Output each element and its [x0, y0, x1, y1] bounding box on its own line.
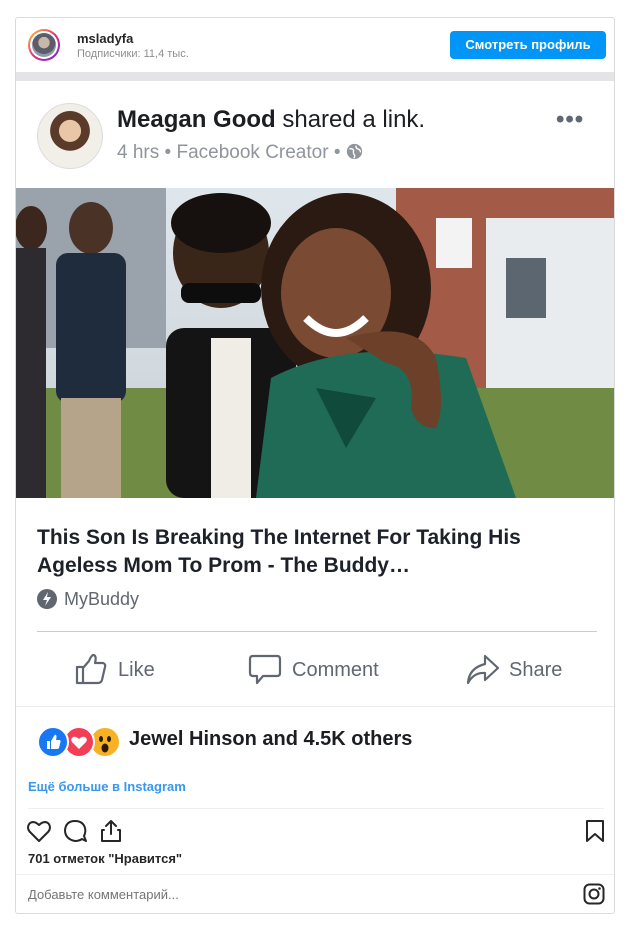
share-label: Share: [509, 659, 563, 681]
divider: [37, 631, 597, 632]
share-action[interactable]: Share: [465, 652, 585, 688]
share-arrow-icon: [466, 654, 500, 685]
post-action: shared a link.: [282, 106, 426, 133]
header-separator: [16, 72, 614, 81]
comment-input[interactable]: [28, 887, 568, 902]
reactions-summary[interactable]: Jewel Hinson and 4.5K others: [129, 728, 412, 751]
share-icon[interactable]: [98, 818, 124, 844]
globe-icon: [346, 143, 362, 160]
like-action[interactable]: Like: [74, 652, 184, 688]
view-profile-button[interactable]: Смотреть профиль: [450, 31, 606, 59]
comment-label: Comment: [292, 659, 379, 681]
bookmark-icon[interactable]: [582, 818, 608, 844]
more-options-icon[interactable]: •••: [556, 106, 584, 134]
profile-avatar[interactable]: [28, 29, 60, 61]
more-on-instagram-link[interactable]: Ещё больше в Instagram: [28, 779, 186, 794]
like-reaction-icon: [37, 726, 69, 758]
like-count[interactable]: 701 отметок "Нравится": [28, 851, 182, 866]
comment-icon[interactable]: [62, 818, 88, 844]
link-site: MyBuddy: [64, 589, 140, 609]
like-label: Like: [118, 659, 155, 681]
author-avatar: [37, 103, 103, 169]
divider: [28, 808, 604, 809]
instagram-embed-card: msladyfa Подписчики: 11,4 тыс. Смотреть …: [15, 17, 615, 914]
post-source: Facebook Creator: [176, 142, 329, 163]
bolt-icon: [37, 589, 57, 609]
post-header: Meagan Good shared a link.: [117, 106, 425, 134]
username[interactable]: msladyfa: [77, 31, 133, 46]
thumbs-up-icon: [75, 653, 107, 685]
comment-action[interactable]: Comment: [248, 652, 408, 688]
instagram-logo-icon[interactable]: [583, 883, 605, 905]
post-meta: 4 hrs • Facebook Creator •: [117, 142, 363, 164]
subscriber-count: Подписчики: 11,4 тыс.: [77, 48, 189, 60]
link-source: MyBuddy: [37, 589, 139, 610]
comment-bubble-icon: [248, 654, 282, 685]
post-photo: [16, 188, 614, 498]
link-title[interactable]: This Son Is Breaking The Internet For Ta…: [37, 524, 597, 580]
divider: [16, 706, 614, 707]
author-name: Meagan Good: [117, 106, 276, 133]
divider: [16, 874, 614, 875]
heart-icon[interactable]: [26, 818, 52, 844]
post-time: 4 hrs: [117, 142, 160, 163]
post-actions: Like Comment Share: [16, 652, 614, 688]
ig-header: msladyfa Подписчики: 11,4 тыс. Смотреть …: [16, 18, 614, 72]
